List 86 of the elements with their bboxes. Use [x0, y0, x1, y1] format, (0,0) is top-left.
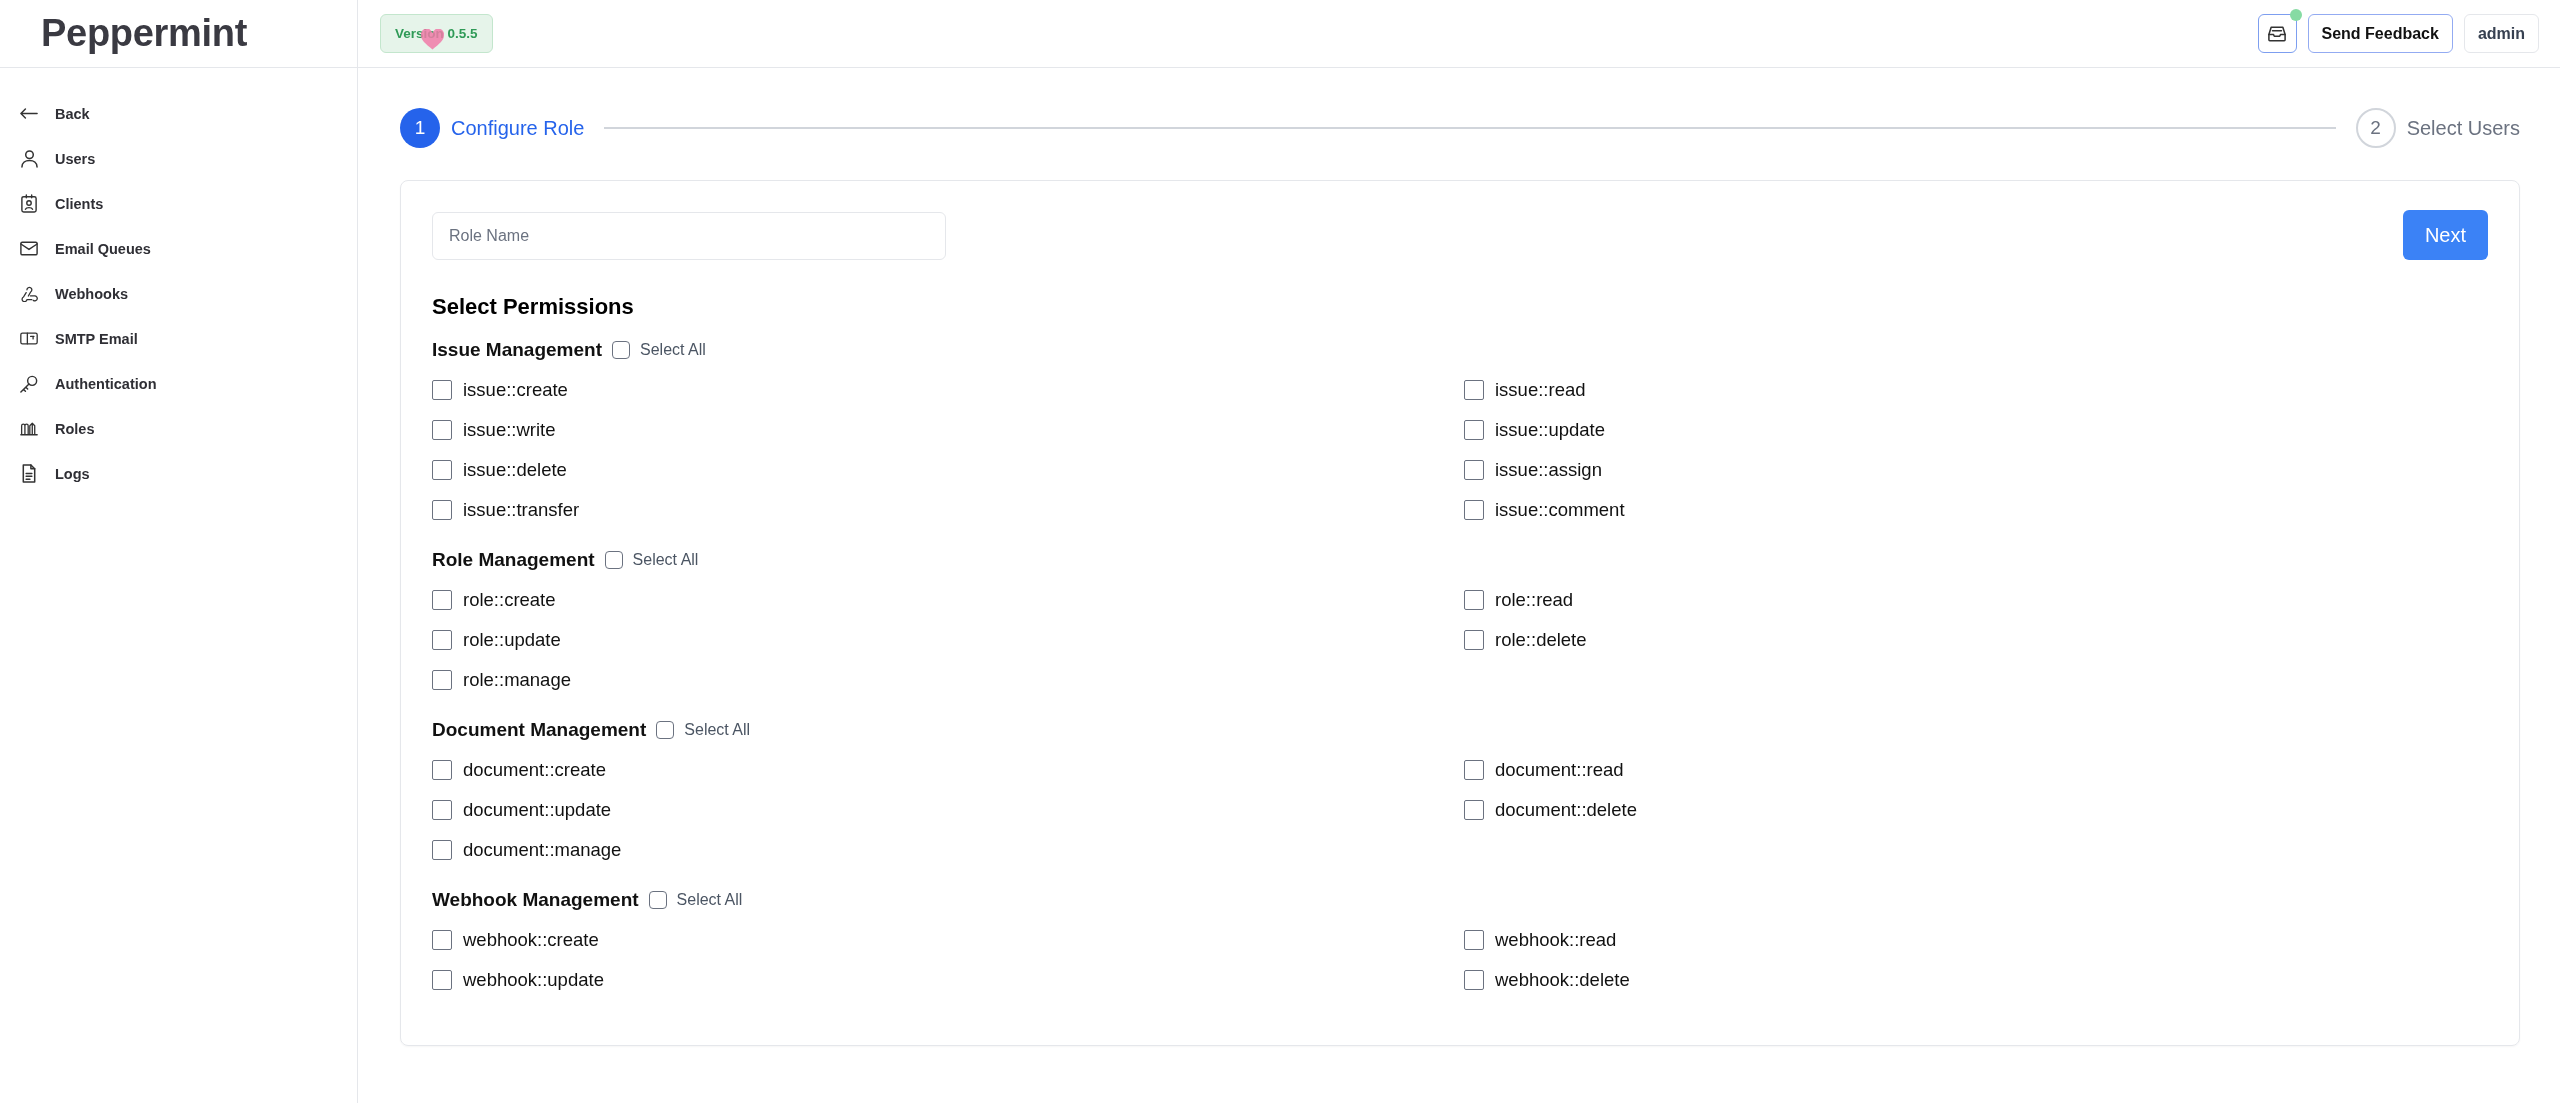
- app-logo: Peppermint: [41, 12, 248, 55]
- permission-label[interactable]: role::read: [1495, 589, 1574, 611]
- permission-checkbox[interactable]: [1464, 420, 1484, 440]
- step-number: 2: [2355, 108, 2396, 148]
- user-menu-button[interactable]: admin: [2463, 14, 2539, 53]
- role-name-input[interactable]: Role Name: [432, 212, 946, 260]
- inbox-button[interactable]: [2257, 14, 2297, 53]
- permission-checkbox[interactable]: [1464, 380, 1484, 400]
- permission-checkbox[interactable]: [432, 630, 452, 650]
- sidebar-item[interactable]: Back: [12, 91, 345, 136]
- select-all-label[interactable]: Select All: [632, 551, 699, 569]
- select-all-checkbox[interactable]: [648, 891, 667, 909]
- permission-checkbox[interactable]: [432, 970, 452, 990]
- sidebar-item[interactable]: Users: [12, 136, 345, 181]
- permission-label[interactable]: issue::transfer: [463, 499, 580, 521]
- sidebar-item[interactable]: Logs: [12, 451, 345, 496]
- permission-checkbox[interactable]: [1464, 930, 1484, 950]
- sidebar-item[interactable]: Roles: [12, 406, 345, 451]
- permission-label[interactable]: document::delete: [1495, 799, 1637, 821]
- permission-label[interactable]: document::read: [1495, 759, 1624, 781]
- permission-checkbox[interactable]: [1464, 630, 1484, 650]
- permission-label[interactable]: webhook::create: [463, 929, 599, 951]
- permission-label[interactable]: issue::delete: [463, 459, 567, 481]
- permission-checkbox[interactable]: [432, 840, 452, 860]
- columns-icon: [20, 421, 38, 436]
- permission-label[interactable]: issue::update: [1495, 419, 1606, 441]
- select-all-label[interactable]: Select All: [640, 341, 706, 359]
- step-label: Select Users: [2406, 116, 2520, 140]
- permission-label[interactable]: webhook::read: [1495, 929, 1617, 951]
- permission-checkbox[interactable]: [432, 420, 452, 440]
- permission-checkbox[interactable]: [432, 500, 452, 520]
- permission-checkbox[interactable]: [1464, 760, 1484, 780]
- permission-label[interactable]: document::update: [463, 799, 612, 821]
- permission-checkbox[interactable]: [432, 460, 452, 480]
- permission-label[interactable]: issue::comment: [1495, 499, 1625, 521]
- permission-checkbox[interactable]: [432, 800, 452, 820]
- permission-label[interactable]: webhook::update: [463, 969, 604, 991]
- permission-label[interactable]: issue::write: [463, 419, 556, 441]
- next-button[interactable]: Next: [2402, 210, 2488, 260]
- permission-checkbox[interactable]: [1464, 970, 1484, 990]
- feedback-button[interactable]: Send Feedback: [2307, 14, 2453, 53]
- sidebar-item[interactable]: Authentication: [12, 361, 345, 406]
- permission-label[interactable]: role::update: [463, 629, 561, 651]
- select-all-checkbox[interactable]: [604, 551, 623, 569]
- permission-checkbox[interactable]: [432, 380, 452, 400]
- permission-checkbox[interactable]: [1464, 800, 1484, 820]
- envelope-icon: [20, 241, 38, 256]
- sidebar-item[interactable]: Webhooks: [12, 271, 345, 316]
- permission-checkbox[interactable]: [1464, 500, 1484, 520]
- group-title: Issue Management: [432, 339, 602, 361]
- arrow-left-icon: [20, 108, 38, 119]
- sidebar-item[interactable]: SMTP Email: [12, 316, 345, 361]
- group-title: Role Management: [432, 549, 595, 571]
- permission-label[interactable]: issue::read: [1495, 379, 1586, 401]
- webhook-icon: [20, 285, 38, 302]
- permission-checkbox[interactable]: [432, 670, 452, 690]
- group-title: Document Management: [432, 719, 647, 741]
- id-badge-icon: [21, 194, 37, 213]
- document-icon: [22, 464, 36, 483]
- tray-icon: [2268, 25, 2286, 42]
- permission-label[interactable]: issue::create: [463, 379, 568, 401]
- permission-checkbox[interactable]: [432, 760, 452, 780]
- group-title: Webhook Management: [432, 889, 639, 911]
- step-label: Configure Role: [451, 116, 585, 140]
- key-icon: [20, 374, 38, 393]
- select-all-checkbox[interactable]: [612, 341, 630, 359]
- permission-label[interactable]: role::manage: [463, 669, 571, 691]
- permission-checkbox[interactable]: [1464, 590, 1484, 610]
- permission-label[interactable]: document::create: [463, 759, 606, 781]
- select-all-checkbox[interactable]: [656, 721, 675, 739]
- permission-label[interactable]: role::create: [463, 589, 556, 611]
- permission-label[interactable]: role::delete: [1495, 629, 1587, 651]
- sidebar-item[interactable]: Email Queues: [12, 226, 345, 271]
- section-title: Select Permissions: [432, 293, 635, 321]
- permission-checkbox[interactable]: [432, 590, 452, 610]
- select-all-label[interactable]: Select All: [676, 891, 743, 909]
- user-icon: [20, 149, 38, 168]
- permission-checkbox[interactable]: [432, 930, 452, 950]
- permission-label[interactable]: issue::assign: [1495, 459, 1602, 481]
- step-number: 1: [400, 108, 440, 148]
- permission-label[interactable]: document::manage: [463, 839, 622, 861]
- mailbox-icon: [20, 332, 38, 345]
- select-all-label[interactable]: Select All: [684, 721, 751, 739]
- permission-checkbox[interactable]: [1464, 460, 1484, 480]
- sidebar-item[interactable]: Clients: [12, 181, 345, 226]
- permission-label[interactable]: webhook::delete: [1495, 969, 1630, 991]
